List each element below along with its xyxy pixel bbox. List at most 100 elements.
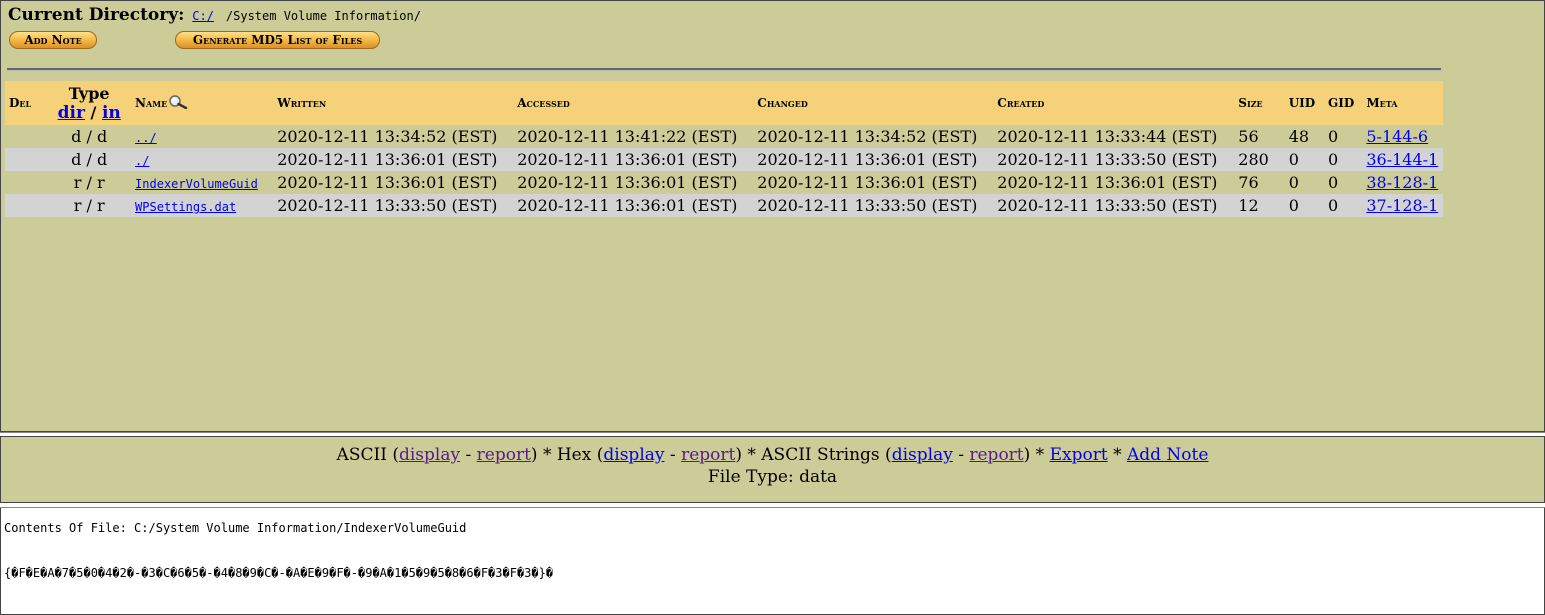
type-dir-link[interactable]: dir xyxy=(58,103,85,123)
uid-cell: 0 xyxy=(1284,171,1325,194)
file-type: File Type: data xyxy=(707,467,838,487)
written-cell: 2020-12-11 13:34:52 (EST) xyxy=(273,125,514,148)
table-row: d / d ../ 2020-12-11 13:34:52 (EST) 2020… xyxy=(5,125,1443,148)
export-link[interactable]: Export xyxy=(1050,445,1108,465)
meta-cell: 36-144-1 xyxy=(1362,148,1443,171)
view-links: ASCII (display - report) * Hex (display … xyxy=(336,445,1209,465)
created-cell: 2020-12-11 13:33:50 (EST) xyxy=(993,148,1235,171)
meta-link[interactable]: 5-144-6 xyxy=(1366,127,1428,146)
hex-report-link[interactable]: report xyxy=(681,445,735,465)
name-cell: IndexerVolumeGuid xyxy=(131,171,274,194)
col-name-header: Name xyxy=(131,81,274,125)
size-cell: 56 xyxy=(1234,125,1285,148)
divider xyxy=(7,68,1441,71)
strings-report-link[interactable]: report xyxy=(969,445,1023,465)
type-separator: / xyxy=(90,102,97,122)
current-directory: Current Directory: C:/ /System Volume In… xyxy=(8,5,421,25)
root-directory-link[interactable]: C:/ xyxy=(192,9,214,23)
type-cell: d / d xyxy=(47,125,132,148)
ascii-label: ASCII xyxy=(336,445,387,465)
file-name-link[interactable]: WPSettings.dat xyxy=(135,200,236,214)
meta-link[interactable]: 38-128-1 xyxy=(1366,173,1438,192)
file-table: Del Type dir / in Name Written Accessed … xyxy=(5,81,1443,217)
size-cell: 12 xyxy=(1234,194,1285,217)
strings-display-link[interactable]: display xyxy=(892,445,953,465)
gid-cell: 0 xyxy=(1324,171,1363,194)
meta-link[interactable]: 37-128-1 xyxy=(1366,196,1438,215)
file-contents-frame: Contents Of File: C:/System Volume Infor… xyxy=(0,508,1545,615)
uid-cell: 48 xyxy=(1284,125,1325,148)
del-cell xyxy=(5,125,48,148)
created-cell: 2020-12-11 13:33:44 (EST) xyxy=(993,125,1235,148)
created-cell: 2020-12-11 13:36:01 (EST) xyxy=(993,171,1235,194)
file-name-link[interactable]: IndexerVolumeGuid xyxy=(135,177,258,191)
changed-cell: 2020-12-11 13:36:01 (EST) xyxy=(753,171,994,194)
ascii-report-link[interactable]: report xyxy=(477,445,531,465)
del-cell xyxy=(5,194,48,217)
written-cell: 2020-12-11 13:36:01 (EST) xyxy=(273,148,514,171)
directory-frame: Current Directory: C:/ /System Volume In… xyxy=(0,0,1545,432)
type-cell: d / d xyxy=(47,148,132,171)
col-written-header: Written xyxy=(273,81,514,125)
gid-cell: 0 xyxy=(1324,125,1363,148)
type-cell: r / r xyxy=(47,171,132,194)
accessed-cell: 2020-12-11 13:36:01 (EST) xyxy=(513,171,754,194)
name-header-label: Name xyxy=(135,95,168,110)
contents-title: Contents Of File: C:/System Volume Infor… xyxy=(4,521,467,535)
hex-display-link[interactable]: display xyxy=(603,445,664,465)
col-created-header: Created xyxy=(993,81,1235,125)
col-changed-header: Changed xyxy=(753,81,994,125)
type-in-link[interactable]: in xyxy=(102,103,121,123)
type-header-label: Type xyxy=(68,83,110,103)
col-gid-header: GID xyxy=(1324,81,1363,125)
col-type-header: Type dir / in xyxy=(47,81,132,125)
table-row: r / r WPSettings.dat 2020-12-11 13:33:50… xyxy=(5,194,1443,217)
ascii-strings-label: ASCII Strings xyxy=(761,445,880,465)
accessed-cell: 2020-12-11 13:36:01 (EST) xyxy=(513,194,754,217)
current-directory-label: Current Directory: xyxy=(8,5,185,25)
col-accessed-header: Accessed xyxy=(513,81,754,125)
col-meta-header: Meta xyxy=(1362,81,1443,125)
current-directory-path: /System Volume Information/ xyxy=(225,9,421,23)
add-note-link[interactable]: Add Note xyxy=(1127,445,1208,465)
gid-cell: 0 xyxy=(1324,148,1363,171)
written-cell: 2020-12-11 13:36:01 (EST) xyxy=(273,171,514,194)
file-view-options: ASCII (display - report) * Hex (display … xyxy=(0,437,1545,502)
ascii-display-link[interactable]: display xyxy=(399,445,460,465)
col-uid-header: UID xyxy=(1284,81,1325,125)
changed-cell: 2020-12-11 13:33:50 (EST) xyxy=(753,194,994,217)
gid-cell: 0 xyxy=(1324,194,1363,217)
meta-link[interactable]: 36-144-1 xyxy=(1366,150,1438,169)
file-name-link[interactable]: ./ xyxy=(135,154,149,168)
name-cell: ./ xyxy=(131,148,274,171)
meta-cell: 37-128-1 xyxy=(1362,194,1443,217)
del-cell xyxy=(5,148,48,171)
file-name-link[interactable]: ../ xyxy=(135,131,157,145)
col-del-header: Del xyxy=(5,81,48,125)
accessed-cell: 2020-12-11 13:36:01 (EST) xyxy=(513,148,754,171)
type-cell: r / r xyxy=(47,194,132,217)
changed-cell: 2020-12-11 13:34:52 (EST) xyxy=(753,125,994,148)
size-cell: 76 xyxy=(1234,171,1285,194)
meta-cell: 38-128-1 xyxy=(1362,171,1443,194)
del-cell xyxy=(5,171,48,194)
uid-cell: 0 xyxy=(1284,148,1325,171)
hex-label: Hex xyxy=(556,445,592,465)
name-cell: WPSettings.dat xyxy=(131,194,274,217)
written-cell: 2020-12-11 13:33:50 (EST) xyxy=(273,194,514,217)
generate-md5-button[interactable]: Generate MD5 List of Files xyxy=(175,31,380,49)
uid-cell: 0 xyxy=(1284,194,1325,217)
changed-cell: 2020-12-11 13:36:01 (EST) xyxy=(753,148,994,171)
size-cell: 280 xyxy=(1234,148,1285,171)
table-row: d / d ./ 2020-12-11 13:36:01 (EST) 2020-… xyxy=(5,148,1443,171)
meta-cell: 5-144-6 xyxy=(1362,125,1443,148)
contents-body: {�F�E�A�7�5�0�4�2�-�3�C�6�5�-�4�8�9�C�-�… xyxy=(4,566,554,580)
col-size-header: Size xyxy=(1234,81,1285,125)
table-header-row: Del Type dir / in Name Written Accessed … xyxy=(5,81,1443,125)
search-icon[interactable] xyxy=(168,94,190,112)
accessed-cell: 2020-12-11 13:41:22 (EST) xyxy=(513,125,754,148)
created-cell: 2020-12-11 13:33:50 (EST) xyxy=(993,194,1235,217)
add-note-button[interactable]: Add Note xyxy=(9,31,97,49)
name-cell: ../ xyxy=(131,125,274,148)
table-row: r / r IndexerVolumeGuid 2020-12-11 13:36… xyxy=(5,171,1443,194)
